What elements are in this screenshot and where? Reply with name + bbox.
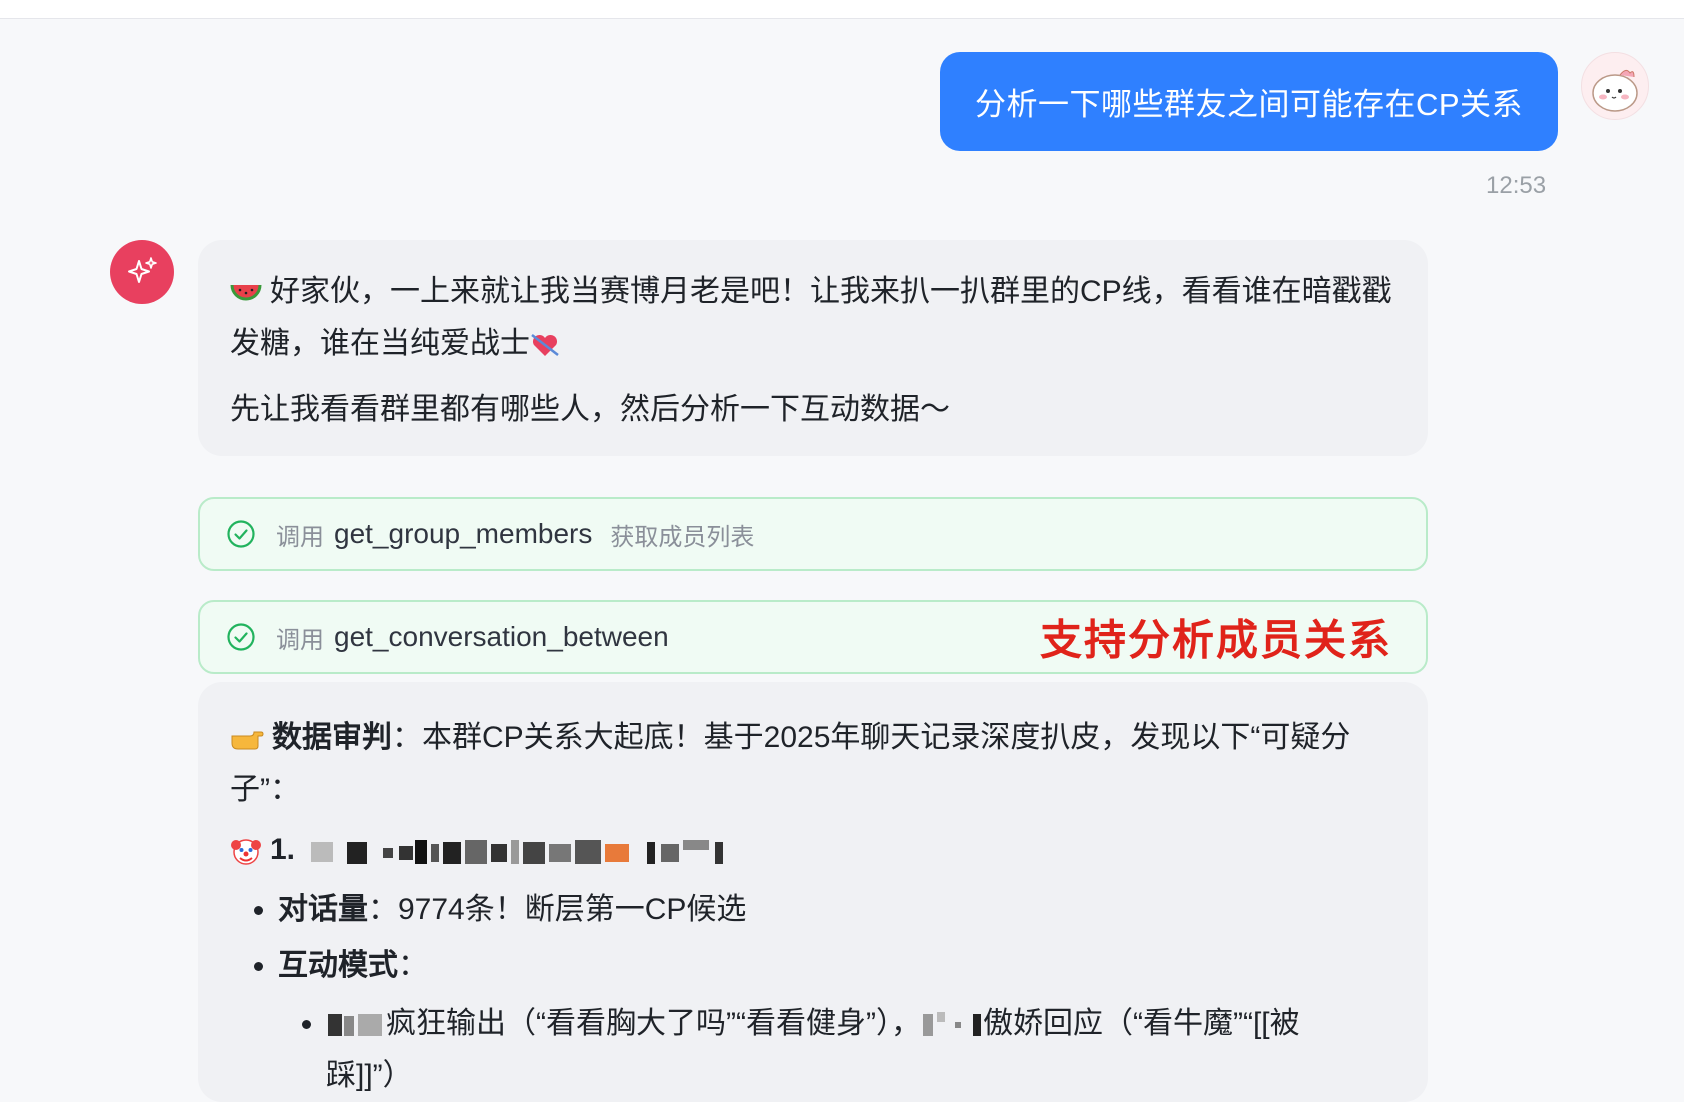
item-number: 1.	[270, 833, 296, 866]
list-item: 互动模式： 疯狂输出（“看看胸大了吗”“看看健身”）， 傲娇回应（“看牛魔”“[…	[278, 940, 1396, 1102]
sub-item-text-a: 疯狂输出（“看看胸大了吗”“看看健身”），	[386, 1007, 921, 1040]
heart-arrow-icon	[531, 334, 559, 357]
tool-function-name: get_group_members	[334, 518, 593, 549]
pointing-hand-icon	[231, 731, 264, 750]
message-timestamp: 12:53	[1486, 172, 1547, 199]
watermelon-icon	[230, 284, 262, 301]
user-message-text: 分析一下哪些群友之间可能存在CP关系	[974, 87, 1524, 122]
sparkle-icon	[128, 257, 157, 283]
assistant-intro-line1: 好家伙，一上来就让我当赛博月老是吧！让我来扒一扒群里的CP线，看看谁在暗戳戳发糖…	[230, 275, 1392, 360]
tool-call-card[interactable]: 调用 get_group_members 获取成员列表	[198, 497, 1428, 571]
assistant-message-bubble: 好家伙，一上来就让我当赛博月老是吧！让我来扒一扒群里的CP线，看看谁在暗戳戳发糖…	[198, 240, 1428, 456]
sub-item-text-c: 踩]]”）	[326, 1059, 413, 1092]
list-item: 对话量：9774条！断层第一CP候选	[278, 884, 1396, 936]
redacted-name-block	[311, 840, 724, 865]
clown-face-icon	[231, 839, 261, 865]
tool-call-card[interactable]: 调用 get_conversation_between 支持分析成员关系	[198, 600, 1428, 674]
sub-item-text-b: 傲娇回应（“看牛魔”“[[被	[982, 1007, 1300, 1040]
analysis-sub-list: 疯狂输出（“看看胸大了吗”“看看健身”）， 傲娇回应（“看牛魔”“[[被踩]]”…	[278, 998, 1396, 1102]
user-message-bubble: 分析一下哪些群友之间可能存在CP关系	[940, 52, 1558, 151]
top-bar	[0, 0, 1684, 19]
analysis-heading-text: ：本群CP关系大起底！基于2025年聊天记录深度扒皮，发现以下“可疑分子”：	[230, 721, 1351, 806]
tool-call-label: 调用	[276, 626, 324, 654]
bullet-bold: 对话量	[278, 893, 368, 926]
check-circle-icon	[227, 623, 255, 651]
assistant-avatar	[110, 240, 174, 304]
annotation-text: 支持分析成员关系	[1039, 616, 1392, 664]
list-item: 疯狂输出（“看看胸大了吗”“看看健身”）， 傲娇回应（“看牛魔”“[[被踩]]”…	[326, 998, 1396, 1102]
user-avatar[interactable]	[1581, 52, 1649, 120]
redacted-name-block	[328, 1014, 382, 1037]
check-circle-icon	[227, 520, 255, 548]
analysis-bullet-list: 对话量：9774条！断层第一CP候选 互动模式： 疯狂输出（“看看胸大了吗”“看…	[230, 884, 1396, 1102]
tool-function-name: get_conversation_between	[334, 621, 669, 652]
bullet-bold: 互动模式	[278, 949, 398, 982]
tool-call-label: 调用	[276, 523, 324, 551]
bullet-text: ：9774条！断层第一CP候选	[368, 893, 747, 926]
tool-description: 获取成员列表	[610, 523, 755, 551]
assistant-analysis-bubble: 数据审判：本群CP关系大起底！基于2025年聊天记录深度扒皮，发现以下“可疑分子…	[198, 682, 1428, 1102]
assistant-intro-line2: 先让我看看群里都有哪些人，然后分析一下互动数据～	[230, 393, 950, 426]
bullet-text: ：	[398, 949, 428, 982]
analysis-heading-bold: 数据审判	[272, 721, 392, 754]
redacted-name-block	[922, 1012, 981, 1037]
